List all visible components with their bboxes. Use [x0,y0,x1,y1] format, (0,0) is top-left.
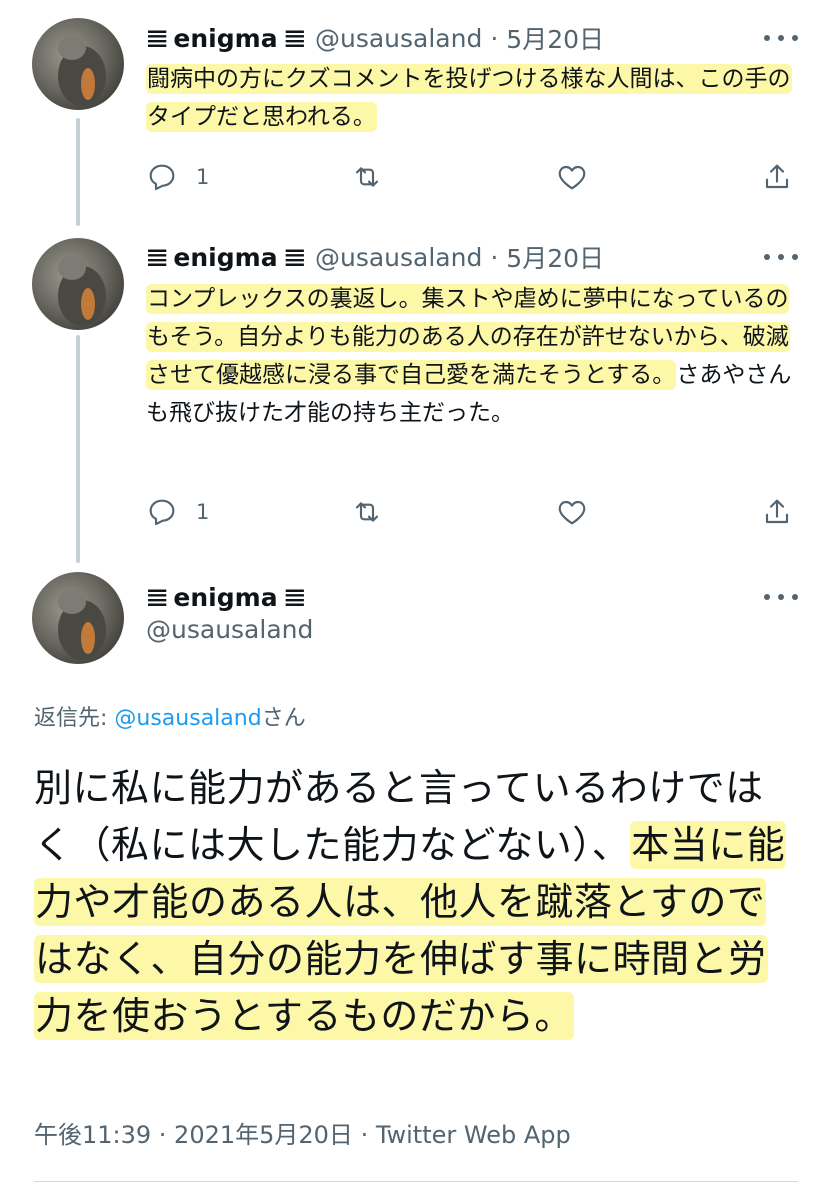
handle[interactable]: @usausaland [146,615,313,644]
retweet-icon [355,502,379,522]
share-icon [765,499,789,524]
retweet-button[interactable] [351,157,383,197]
name-decoration-right: 𝌆 [283,23,306,53]
reply-suffix: さん [261,706,306,731]
handle[interactable]: @usausaland [315,243,482,272]
reply-count: 1 [196,500,210,524]
more-icon[interactable] [764,247,798,267]
heart-icon [558,500,586,525]
divider [34,1181,798,1182]
tweet-header: 𝌆 enigma 𝌆 @usausaland · 5月20日 [146,240,604,274]
reply-button[interactable]: 1 [146,492,209,532]
name-decoration-right: 𝌆 [283,242,306,272]
avatar[interactable] [32,572,124,664]
separator: · [490,23,499,53]
tweet-actions: 1 [146,492,796,532]
share-button[interactable] [761,157,793,197]
like-button[interactable] [556,157,588,197]
retweet-button[interactable] [351,492,383,532]
highlighted-text: 闘病中の方にクズコメントを投げつける様な人間は、この手のタイプだと思われる。 [146,64,792,132]
tweet-date[interactable]: 5月20日 [506,239,604,275]
avatar-image [58,36,106,106]
handle[interactable]: @usausaland [315,24,482,53]
display-name[interactable]: enigma [173,583,277,612]
tweet-date[interactable]: 5月20日 [506,20,604,56]
like-button[interactable] [556,492,588,532]
tweet-actions: 1 [146,157,796,197]
name-decoration-right: 𝌆 [283,582,306,612]
reply-mention-link[interactable]: @usausaland [114,706,261,731]
name-decoration-left: 𝌆 [146,23,168,53]
avatar[interactable] [32,238,124,330]
main-tweet-text: 別に私に能力があると言っているわけではく（私には大した能力などない）、本当に能力… [34,760,794,1045]
reply-label: 返信先: [34,706,115,731]
tweet-header: 𝌆 enigma 𝌆 @usausaland · 5月20日 [146,21,604,55]
display-name[interactable]: enigma [173,243,277,272]
reply-to-line: 返信先: @usausalandさん [34,700,306,732]
name-decoration-left: 𝌆 [146,242,168,272]
thread-line [76,118,80,226]
separator: · [490,242,499,272]
more-icon[interactable] [764,28,798,48]
thread-line [76,335,80,563]
reply-count: 1 [196,165,210,189]
tweet-header: 𝌆 enigma 𝌆 [146,580,306,614]
heart-icon [558,165,586,190]
share-button[interactable] [761,492,793,532]
retweet-icon [355,167,379,187]
avatar-image [58,256,106,326]
reply-icon [149,164,175,191]
reply-icon [149,499,175,526]
reply-button[interactable]: 1 [146,157,209,197]
tweet-meta[interactable]: 午後11:39 · 2021年5月20日 · Twitter Web App [34,1115,571,1150]
avatar[interactable] [32,18,124,110]
avatar-image [58,590,106,660]
tweet-text: コンプレックスの裏返し。集ストや虐めに夢中になっているのもそう。自分よりも能力の… [146,280,796,432]
display-name[interactable]: enigma [173,24,277,53]
name-decoration-left: 𝌆 [146,582,168,612]
more-icon[interactable] [764,587,798,607]
share-icon [765,164,789,189]
tweet-text: 闘病中の方にクズコメントを投げつける様な人間は、この手のタイプだと思われる。 [146,60,796,136]
